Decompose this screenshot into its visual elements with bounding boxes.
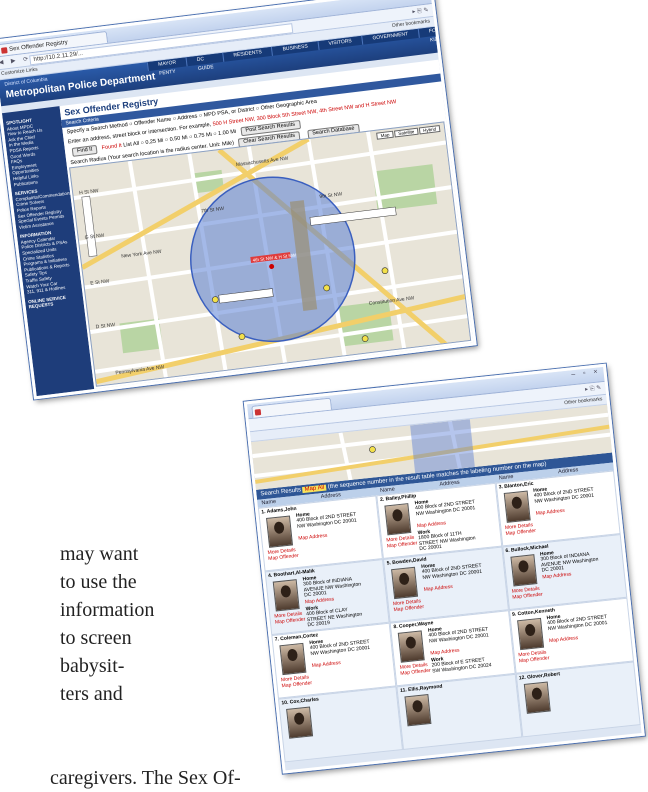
offender-photo [384,503,412,536]
map-address-link[interactable]: Map Address [311,660,341,669]
body-line: babysit- [60,655,125,677]
window-controls-icon[interactable]: – ▫ × [398,0,428,1]
map-address-link[interactable]: Map Address [423,584,453,593]
map-address-link[interactable]: Map Address [298,533,328,542]
offender-name[interactable]: 10. Cox,Charles [281,697,319,707]
map-address-link[interactable]: Map Address [417,520,447,529]
map-address-link[interactable]: Map Address [430,648,460,657]
offender-photo [279,642,307,676]
body-line: may want [60,543,139,565]
offender-photo [391,566,419,600]
offender-photo [272,579,300,612]
offender-photo [266,515,294,548]
offender-photo [286,706,314,739]
offender-photo [404,693,432,727]
offender-name[interactable]: 3. Blanton,Eric [498,481,533,491]
map-address-link[interactable]: Map Address [549,635,579,644]
offender-photo [523,681,551,714]
sidebar-heading: ONLINE SERVICE REQUESTS [27,294,67,310]
body-last-line: caregivers. The Sex Of- [50,767,241,789]
radius-radio[interactable]: ○ 0.50 Mi [163,135,188,144]
result-cell: 12. Glover,Robert [515,661,641,738]
page-menu-icon[interactable]: ▸ ⎘ ✎ [585,382,602,396]
body-line: to use the [60,571,137,593]
offender-photo [503,490,531,523]
window-controls-icon[interactable]: – ▫ × [571,368,601,378]
body-lines: may want to use the information to screen ba… [60,540,210,705]
map-all-button[interactable]: Map All [302,484,327,494]
offender-name[interactable]: 11. Ellis,Raymond [400,684,443,694]
body-line: information [60,599,155,621]
radius-radio[interactable]: ○ 1.00 Mi [211,129,236,138]
offender-photo [510,554,538,587]
body-line: ters and [60,683,123,705]
offender-photo [398,630,426,663]
list-all-radio[interactable]: List All [123,141,140,149]
article-body-text: may want to use the information to screen ba… [50,540,241,789]
page-menu-icon[interactable]: ▸ ⎘ ✎ [412,5,430,19]
favicon-icon [0,47,8,54]
offender-name[interactable]: 12. Glover,Robert [519,671,561,681]
results-table: 1. Adams,John Home 400 Block of 2ND STREET… [257,470,641,763]
result-cell: 11. Ellis,Raymond [396,673,523,750]
radius-radio[interactable]: ○ 0.25 Mi [140,138,163,147]
offender-photo [516,617,544,651]
body-line: to screen [60,627,132,649]
offender-name[interactable]: 2. Bailey,Phillip [380,493,417,503]
map-graphic: Constitution Ave NWPennsylvania Ave NWMa… [70,122,472,387]
result-cell: 10. Cox,Charles [277,686,404,763]
found-status: Found It [101,142,123,152]
search-map[interactable]: Constitution Ave NW Pennsylvania Ave NW Ma… [69,121,472,387]
favicon-icon [254,408,262,416]
offender-name[interactable]: 1. Adams,John [261,506,297,516]
map-search-window: Sex Offender Registry – ▫ × ◀ ▶ ⟳ ☆ http… [0,0,477,400]
map-address-link[interactable]: Map Address [535,508,565,517]
results-window: – ▫ × ▸ ⎘ ✎ Other bookmarks Search Resul… [243,363,645,774]
radius-radio[interactable]: ○ 0.75 Mi [187,132,212,141]
main-content: Sex Offender Registry Search Criteria Sp… [59,59,474,390]
